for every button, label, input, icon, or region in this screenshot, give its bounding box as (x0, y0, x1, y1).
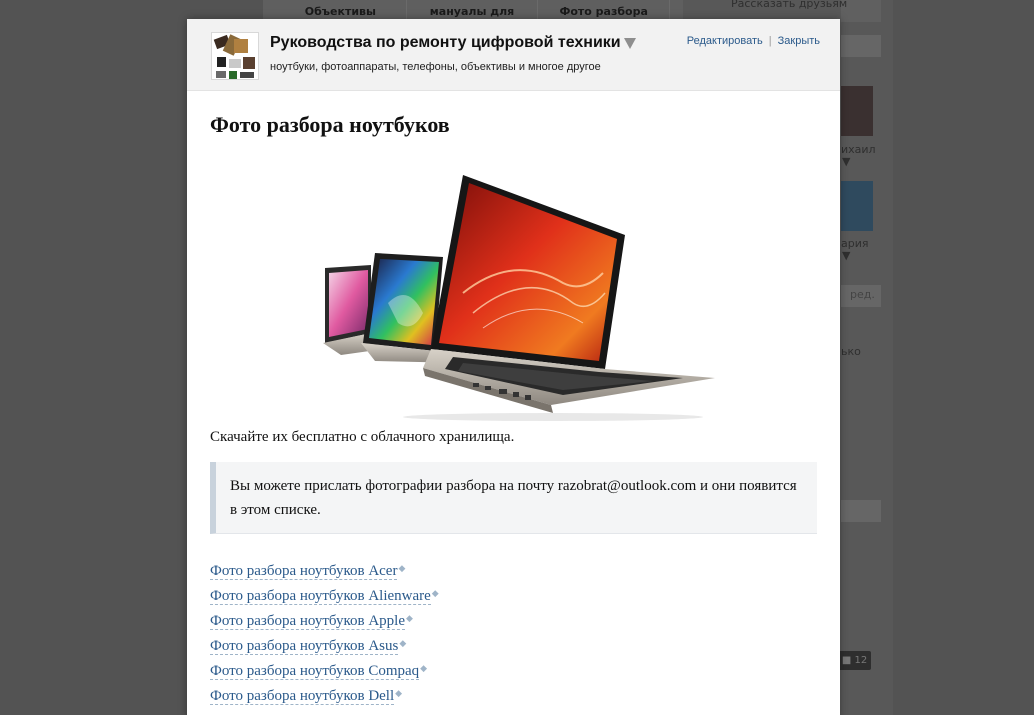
intro-text: Скачайте их бесплатно с облачного хранил… (210, 429, 515, 445)
chevron-down-icon: ▼ (842, 155, 851, 168)
info-note-text: Вы можете прислать фотографии разбора на… (230, 478, 797, 518)
list-item: Фото разбора ноутбуков Compaq◆ (210, 663, 439, 688)
modal-header: Руководства по ремонту цифровой техники … (187, 19, 840, 91)
background-block (841, 35, 881, 57)
link-apple[interactable]: Фото разбора ноутбуков Apple (210, 613, 405, 630)
camera-icon: ■ (841, 655, 852, 666)
page-title: Фото разбора ноутбуков (210, 112, 450, 137)
link-acer[interactable]: Фото разбора ноутбуков Acer (210, 563, 398, 580)
background-photo-badge: ■ 12 (838, 651, 871, 670)
link-alienware[interactable]: Фото разбора ноутбуков Alienware (210, 588, 431, 605)
external-link-icon: ◆ (405, 613, 413, 623)
external-link-icon: ◆ (395, 688, 403, 698)
devices-collage-icon[interactable] (211, 32, 259, 80)
external-link-icon: ◆ (399, 638, 407, 648)
app-modal: Руководства по ремонту цифровой техники … (187, 19, 840, 715)
background-edit-link: ред. (850, 288, 875, 301)
list-item: Фото разбора ноутбуков Acer◆ (210, 563, 439, 588)
info-note: Вы можете прислать фотографии разбора на… (210, 462, 817, 534)
link-compaq[interactable]: Фото разбора ноутбуков Compaq (210, 663, 420, 680)
list-item: Фото разбора ноутбуков Asus◆ (210, 638, 439, 663)
triangle-down-icon[interactable] (624, 38, 636, 49)
background-share-link: Рассказать друзьям (731, 0, 848, 10)
background-avatar (841, 86, 873, 136)
app-subtitle: ноутбуки, фотоаппараты, телефоны, объект… (270, 61, 601, 73)
link-asus[interactable]: Фото разбора ноутбуков Asus (210, 638, 399, 655)
app-title: Руководства по ремонту цифровой техники (270, 34, 621, 51)
link-dell[interactable]: Фото разбора ноутбуков Dell (210, 688, 395, 705)
external-link-icon: ◆ (431, 588, 439, 598)
background-text: ько (841, 345, 861, 358)
external-link-icon: ◆ (420, 663, 428, 673)
chevron-down-icon: ▼ (842, 249, 851, 262)
laptop-photos-list: Фото разбора ноутбуков Acer◆ Фото разбор… (210, 563, 439, 713)
header-actions: Редактировать | Закрыть (687, 35, 820, 47)
list-item: Фото разбора ноутбуков Apple◆ (210, 613, 439, 638)
action-separator: | (768, 35, 772, 47)
laptops-image (313, 173, 723, 423)
list-item: Фото разбора ноутбуков Alienware◆ (210, 588, 439, 613)
external-link-icon: ◆ (398, 563, 406, 573)
close-link[interactable]: Закрыть (778, 35, 820, 47)
photo-count: 12 (854, 655, 868, 666)
background-block (841, 500, 881, 522)
edit-link[interactable]: Редактировать (687, 35, 763, 47)
background-avatar (841, 181, 873, 231)
list-item: Фото разбора ноутбуков Dell◆ (210, 688, 439, 713)
